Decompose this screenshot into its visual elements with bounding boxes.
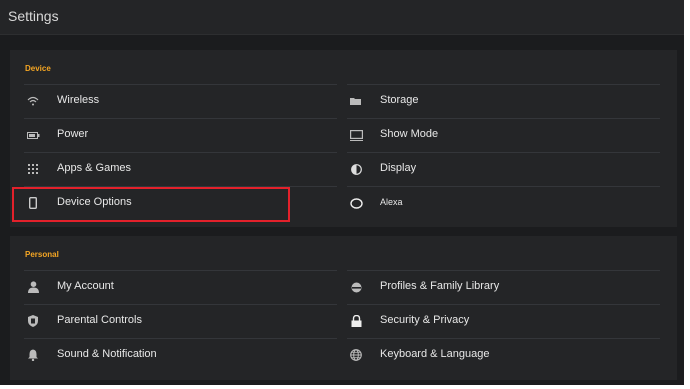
settings-item-label: Security & Privacy bbox=[380, 314, 470, 326]
settings-item-wireless[interactable]: Wireless bbox=[24, 84, 337, 118]
battery-icon bbox=[24, 127, 42, 143]
profiles-icon bbox=[347, 279, 365, 295]
settings-item-label: Apps & Games bbox=[57, 162, 131, 174]
settings-item-parental-controls[interactable]: Parental Controls bbox=[24, 304, 337, 338]
page-title: Settings bbox=[8, 8, 59, 24]
settings-item-label: Display bbox=[380, 162, 417, 174]
bottom-edge bbox=[0, 385, 690, 389]
settings-item-power[interactable]: Power bbox=[24, 118, 337, 152]
right-edge bbox=[684, 0, 690, 389]
apps-grid-icon bbox=[24, 161, 42, 177]
settings-item-apps-games[interactable]: Apps & Games bbox=[24, 152, 337, 186]
settings-item-label: Parental Controls bbox=[57, 314, 142, 326]
settings-item-sound-notification[interactable]: Sound & Notification bbox=[24, 338, 337, 372]
settings-item-profiles-family-library[interactable]: Profiles & Family Library bbox=[347, 270, 660, 304]
settings-item-label: Storage bbox=[380, 94, 419, 106]
settings-item-security-privacy[interactable]: Security & Privacy bbox=[347, 304, 660, 338]
settings-item-keyboard-language[interactable]: Keyboard & Language bbox=[347, 338, 660, 372]
settings-item-alexa[interactable]: Alexa bbox=[347, 186, 660, 220]
wifi-icon bbox=[24, 93, 42, 109]
settings-item-display[interactable]: Display bbox=[347, 152, 660, 186]
personal-section: Personal My Account Parental Controls So… bbox=[10, 236, 677, 380]
device-section-title: Device bbox=[25, 64, 51, 73]
shield-icon bbox=[24, 313, 42, 329]
contrast-icon bbox=[347, 161, 365, 177]
person-icon bbox=[24, 279, 42, 295]
settings-item-label: Keyboard & Language bbox=[380, 348, 490, 360]
settings-item-label: Profiles & Family Library bbox=[380, 280, 500, 292]
highlight-box bbox=[12, 187, 290, 222]
settings-item-label: Show Mode bbox=[380, 128, 439, 140]
settings-item-my-account[interactable]: My Account bbox=[24, 270, 337, 304]
alexa-ring-icon bbox=[347, 195, 365, 211]
lock-icon bbox=[347, 313, 365, 329]
settings-item-label: Wireless bbox=[57, 94, 100, 106]
settings-item-label: Sound & Notification bbox=[57, 348, 157, 360]
settings-item-storage[interactable]: Storage bbox=[347, 84, 660, 118]
bell-icon bbox=[24, 347, 42, 363]
settings-item-label: My Account bbox=[57, 280, 114, 292]
settings-item-label: Power bbox=[57, 128, 89, 140]
settings-item-show-mode[interactable]: Show Mode bbox=[347, 118, 660, 152]
globe-icon bbox=[347, 347, 365, 363]
monitor-icon bbox=[347, 127, 365, 143]
settings-item-label: Alexa bbox=[380, 197, 403, 207]
title-bar: Settings bbox=[0, 0, 684, 35]
personal-section-title: Personal bbox=[25, 250, 59, 259]
folder-icon bbox=[347, 93, 365, 109]
